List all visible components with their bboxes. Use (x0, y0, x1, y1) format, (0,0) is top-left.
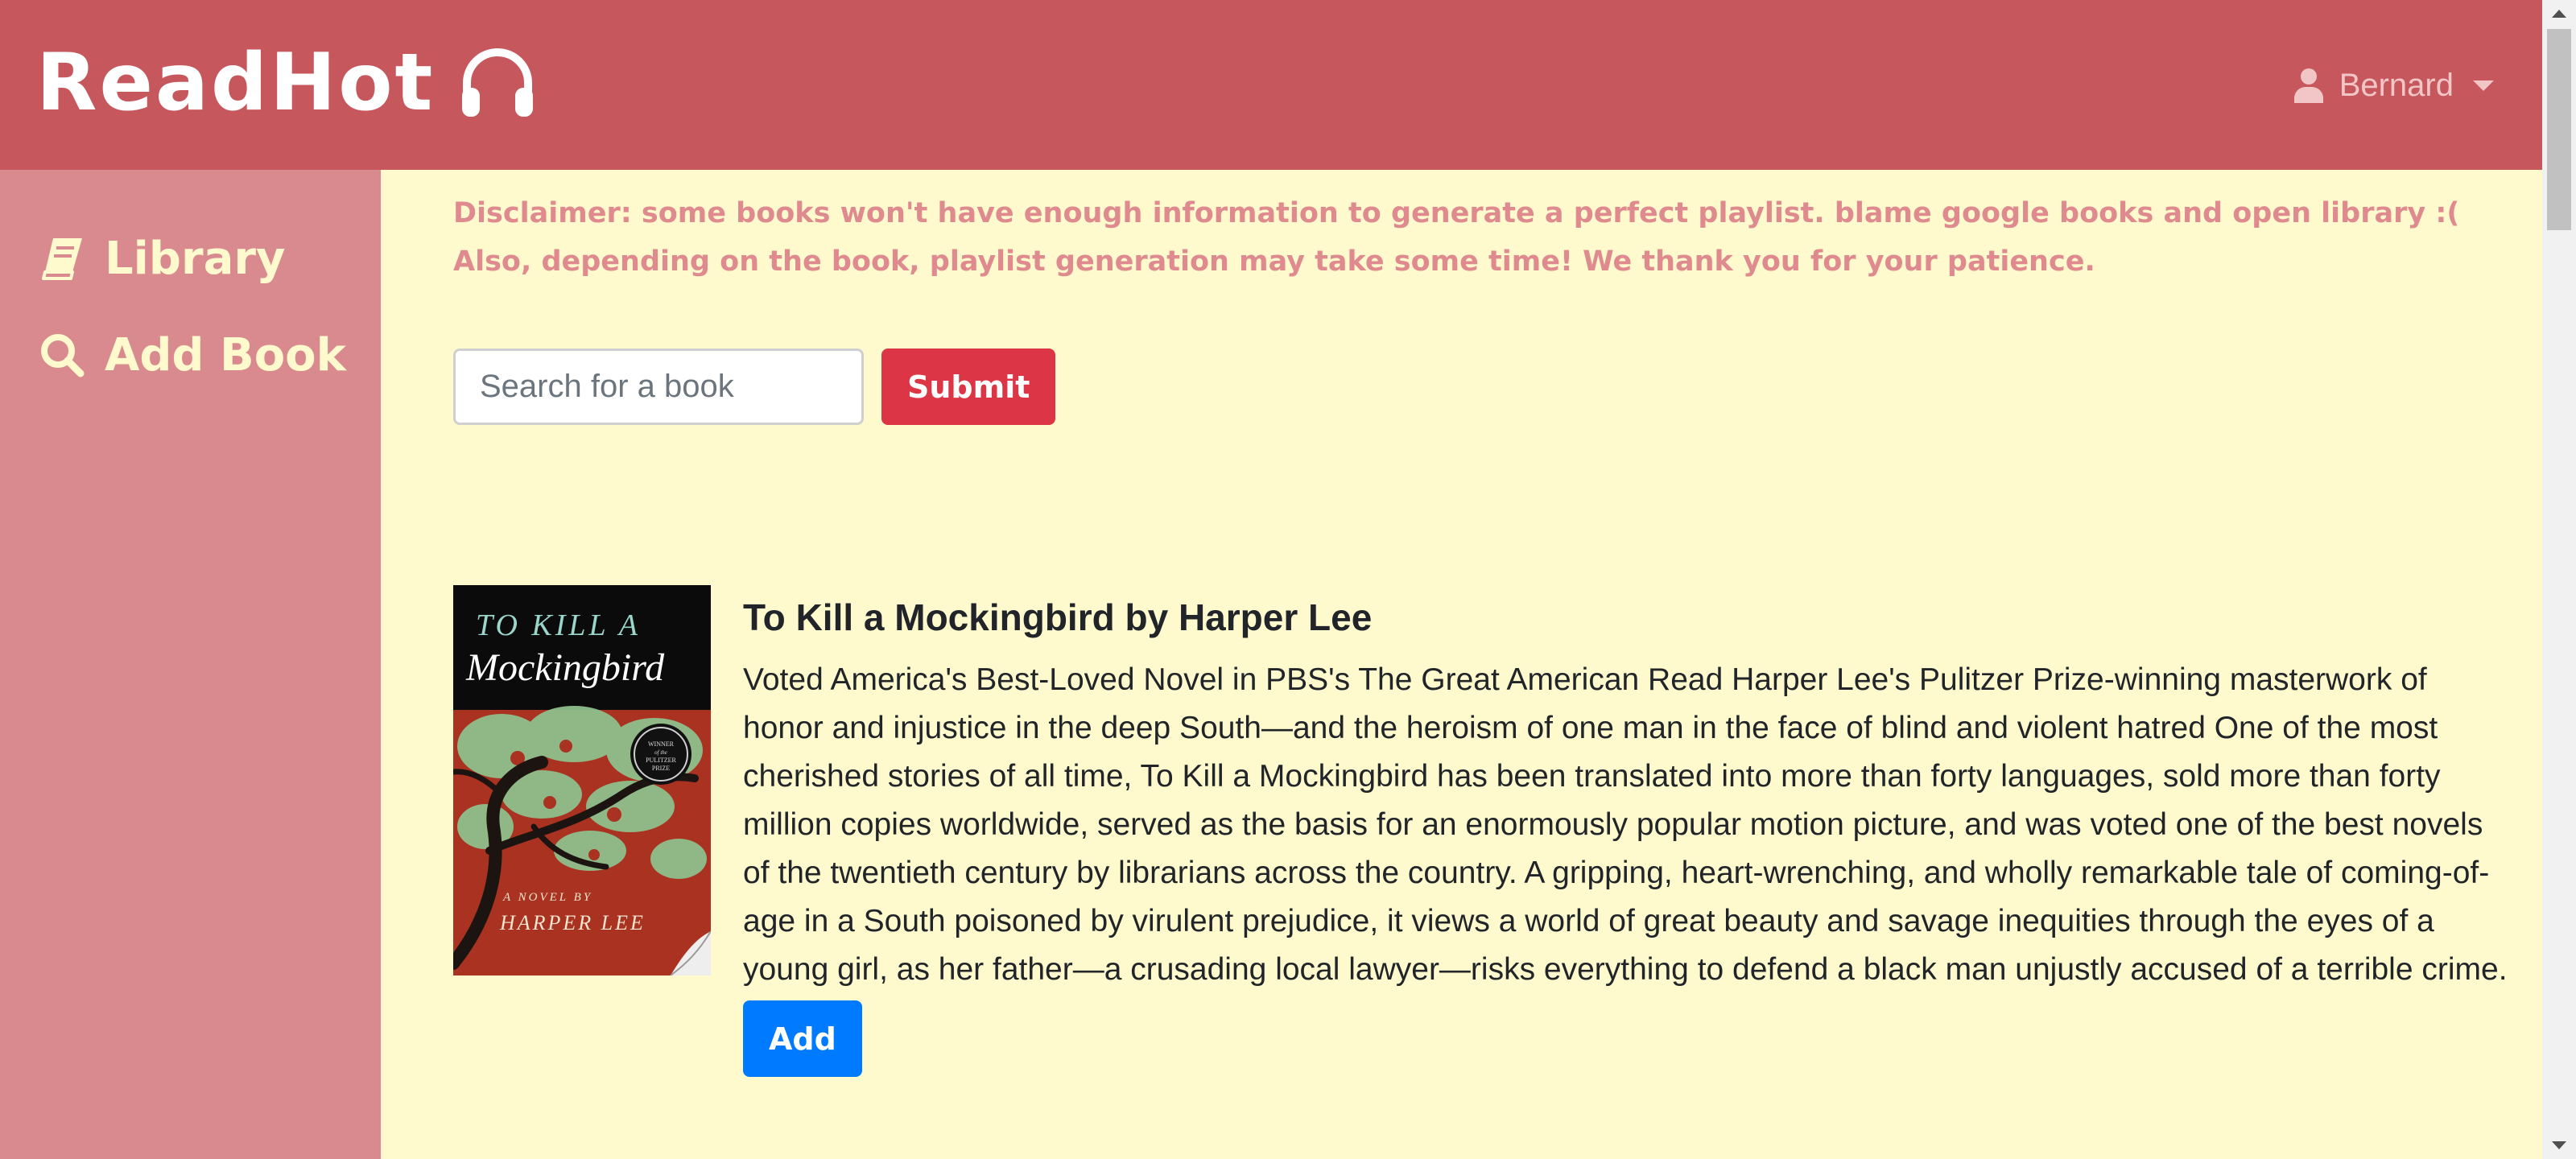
submit-button[interactable]: Submit (881, 349, 1056, 425)
add-book-button[interactable]: Add (743, 1000, 862, 1077)
sidebar-item-library[interactable]: Library (39, 226, 286, 291)
sidebar-item-label: Library (105, 232, 286, 285)
search-icon (41, 334, 85, 377)
disclaimer-line: Disclaimer: some books won't have enough… (453, 197, 2460, 229)
user-dropdown[interactable]: Bernard (2293, 60, 2494, 111)
caret-down-icon (2473, 80, 2494, 91)
book-cover-art: WINNER of the PULITZER PRIZE TO KILL A M… (453, 585, 711, 975)
book-title: To Kill a Mockingbird by Harper Lee (743, 596, 1373, 638)
scroll-up-button[interactable] (2542, 0, 2576, 27)
seal-text: of the (654, 749, 667, 756)
seal-text: PULITZER (646, 757, 676, 764)
book-description: Voted America's Best-Loved Novel in PBS'… (743, 662, 2508, 987)
cover-author: HARPER LEE (499, 911, 646, 934)
app-window: ReadHot Bernard Library Add Book Disclai… (0, 0, 2576, 1159)
main-content: Disclaimer: some books won't have enough… (381, 170, 2542, 1159)
disclaimer: Disclaimer: some books won't have enough… (453, 189, 2514, 286)
cover-title-line: TO KILL A (476, 608, 641, 642)
user-name: Bernard (2339, 67, 2454, 103)
arrow-down-icon (2552, 1141, 2566, 1149)
book-cover: WINNER of the PULITZER PRIZE TO KILL A M… (453, 585, 711, 975)
user-icon (2293, 68, 2323, 103)
brand-name: ReadHot (36, 37, 436, 129)
sidebar-item-add-book[interactable]: Add Book (39, 323, 346, 387)
book-search-form: Submit (453, 349, 1056, 425)
cover-byline: A NOVEL BY (502, 891, 592, 904)
brand-logo[interactable]: ReadHot (36, 39, 538, 127)
scrollbar-thumb[interactable] (2547, 29, 2571, 230)
scroll-down-button[interactable] (2542, 1132, 2576, 1159)
headphones-icon (462, 48, 534, 117)
book-icon (42, 238, 82, 280)
sidebar: Library Add Book (0, 170, 381, 1159)
top-navbar: ReadHot Bernard (0, 0, 2542, 170)
disclaimer-line: Also, depending on the book, playlist ge… (453, 245, 2095, 278)
sidebar-item-label: Add Book (105, 328, 346, 382)
cover-title-line: Mockingbird (465, 646, 665, 689)
seal-text: WINNER (648, 740, 675, 748)
result-details: To Kill a Mockingbird by Harper Lee Vote… (743, 585, 2514, 1077)
search-input[interactable] (453, 349, 864, 425)
vertical-scrollbar[interactable] (2542, 0, 2576, 1159)
seal-text: PRIZE (652, 765, 670, 772)
arrow-up-icon (2552, 10, 2566, 18)
